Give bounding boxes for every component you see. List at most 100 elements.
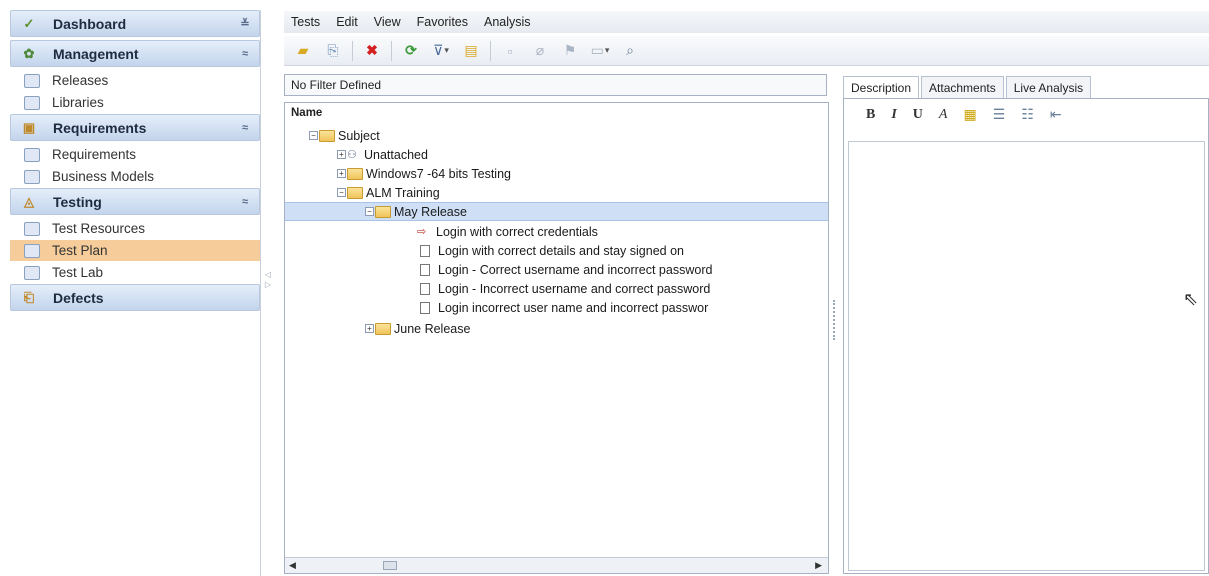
tab-description[interactable]: Description	[843, 76, 920, 98]
collapse-icon[interactable]: −	[365, 207, 374, 216]
tree-node-label: June Release	[394, 321, 471, 336]
find-folder-icon[interactable]: ▤	[460, 41, 482, 61]
tree-node-test[interactable]: Login with correct details and stay sign…	[420, 241, 684, 260]
menu-edit[interactable]: Edit	[329, 15, 367, 29]
test-document-icon	[420, 282, 430, 295]
test-plan-tree: Name − Subject + ⚇ Unattached + Windows7…	[284, 102, 829, 574]
tree-node-test[interactable]: Login - Correct username and incorrect p…	[420, 260, 712, 279]
format-toolbar: B I U A ▦ ☰ ☷ ⇤	[844, 99, 1208, 131]
section-testing[interactable]: ◬ Testing ≈	[10, 188, 260, 215]
toolbar-divider	[490, 40, 491, 61]
folder-icon	[375, 322, 391, 335]
filter-bar[interactable]: No Filter Defined	[284, 74, 827, 96]
tree-node-label: May Release	[394, 204, 467, 219]
expand-icon[interactable]: +	[337, 169, 346, 178]
menu-bar: Tests Edit View Favorites Analysis	[284, 11, 1209, 33]
testing-icon: ◬	[24, 193, 34, 209]
toolbar-divider	[352, 40, 353, 61]
copy-url-icon[interactable]: ▫	[499, 41, 521, 61]
tree-node-subject[interactable]: − Subject	[309, 126, 380, 145]
collapse-chevron-icon[interactable]: ≈	[231, 196, 259, 208]
design-step-arrow-icon: ⇨	[417, 225, 427, 238]
sidebar-item-label: Test Resources	[52, 221, 146, 236]
outdent-icon[interactable]: ⇤	[1050, 107, 1062, 124]
sidebar-item-test-resources[interactable]: Test Resources	[10, 218, 260, 239]
description-panel: B I U A ▦ ☰ ☷ ⇤ ⇖	[843, 98, 1209, 574]
releases-icon	[24, 73, 40, 88]
sidebar-item-test-plan[interactable]: Test Plan	[10, 240, 260, 261]
tree-node-test[interactable]: ⇨ Login with correct credentials	[417, 222, 598, 241]
expand-icon[interactable]: +	[365, 324, 374, 333]
menu-tests[interactable]: Tests	[284, 15, 329, 29]
tree-node-label: ALM Training	[366, 185, 440, 200]
collapse-icon[interactable]: −	[309, 131, 318, 140]
section-dashboard-label: Dashboard	[53, 15, 127, 32]
tree-node-test[interactable]: Login incorrect user name and incorrect …	[420, 298, 708, 317]
defects-icon: ⎗	[23, 289, 35, 305]
tree-node-may-release[interactable]: − May Release	[285, 202, 828, 221]
sidebar-item-requirements[interactable]: Requirements	[10, 144, 260, 165]
menu-view[interactable]: View	[367, 15, 410, 29]
flag-icon[interactable]: ⚑	[559, 41, 581, 61]
sidebar-splitter[interactable]: ◁ ▷	[262, 270, 274, 310]
send-icon[interactable]: ▭	[589, 41, 611, 61]
sidebar-item-libraries[interactable]: Libraries	[10, 92, 260, 113]
section-dashboard[interactable]: ✓ Dashboard ≚	[10, 10, 260, 37]
scroll-thumb[interactable]	[383, 561, 397, 570]
tree-node-alm-training[interactable]: − ALM Training	[337, 183, 440, 202]
font-color-button[interactable]: A	[939, 107, 948, 123]
italic-button[interactable]: I	[891, 107, 896, 123]
test-document-icon	[420, 244, 430, 257]
tree-node-unattached[interactable]: + ⚇ Unattached	[337, 145, 428, 164]
sidebar-item-test-lab[interactable]: Test Lab	[10, 262, 260, 283]
expand-chevron-icon[interactable]: ≚	[231, 17, 259, 30]
toolbar: ▰ ⎘ ✖ ⟳ ⊽ ▤ ▫ ⌀ ⚑ ▭ ⌕	[284, 36, 1209, 66]
align-left-icon[interactable]: ☰	[993, 107, 1006, 124]
section-defects-label: Defects	[53, 289, 104, 306]
section-management-label: Management	[53, 45, 139, 62]
highlight-icon[interactable]: ▦	[963, 107, 976, 124]
tree-node-label: Login - Incorrect username and correct p…	[438, 281, 711, 296]
expand-icon[interactable]: +	[337, 150, 346, 159]
tree-node-test[interactable]: Login - Incorrect username and correct p…	[420, 279, 710, 298]
sidebar-item-business-models[interactable]: Business Models	[10, 166, 260, 187]
new-folder-icon[interactable]: ▰	[292, 41, 314, 61]
horizontal-scrollbar[interactable]: ◀ ▶	[285, 557, 828, 573]
new-test-icon[interactable]: ⎘	[322, 41, 344, 61]
section-defects[interactable]: ⎗ Defects	[10, 284, 260, 311]
menu-favorites[interactable]: Favorites	[410, 15, 477, 29]
tab-live-analysis[interactable]: Live Analysis	[1005, 76, 1092, 98]
section-testing-label: Testing	[53, 193, 102, 210]
tab-attachments[interactable]: Attachments	[921, 76, 1004, 98]
collapse-chevron-icon[interactable]: ≈	[231, 48, 259, 60]
requirements-icon: ▣	[22, 119, 36, 135]
zoom-icon[interactable]: ⌕	[619, 41, 641, 61]
sidebar-item-releases[interactable]: Releases	[10, 70, 260, 91]
filter-icon[interactable]: ⊽	[430, 41, 452, 61]
test-plan-icon	[24, 243, 40, 258]
section-management[interactable]: ✿ Management ≈	[10, 40, 260, 67]
bold-button[interactable]: B	[866, 107, 875, 123]
folder-icon	[347, 167, 363, 180]
sidebar-item-label: Releases	[52, 73, 109, 88]
delete-icon[interactable]: ✖	[361, 41, 383, 61]
underline-button[interactable]: U	[913, 107, 923, 123]
panel-splitter[interactable]	[833, 300, 837, 340]
scroll-right-icon[interactable]: ▶	[815, 560, 822, 571]
collapse-icon[interactable]: −	[337, 188, 346, 197]
scroll-left-icon[interactable]: ◀	[289, 560, 296, 571]
description-editor[interactable]	[848, 141, 1205, 571]
test-resources-icon	[24, 221, 40, 236]
collapse-chevron-icon[interactable]: ≈	[231, 122, 259, 134]
tree-node-label: Unattached	[364, 147, 428, 162]
sidebar: ✓ Dashboard ≚ ✿ Management ≈ Releases Li…	[10, 10, 261, 576]
attachment-icon[interactable]: ⌀	[529, 41, 551, 61]
tree-column-header[interactable]: Name	[285, 103, 828, 123]
menu-analysis[interactable]: Analysis	[477, 15, 540, 29]
refresh-icon[interactable]: ⟳	[400, 41, 422, 61]
section-requirements[interactable]: ▣ Requirements ≈	[10, 114, 260, 141]
management-icon: ✿	[23, 45, 35, 61]
tree-node-windows7[interactable]: + Windows7 -64 bits Testing	[337, 164, 511, 183]
list-icon[interactable]: ☷	[1021, 107, 1034, 124]
tree-node-june-release[interactable]: + June Release	[365, 319, 470, 338]
